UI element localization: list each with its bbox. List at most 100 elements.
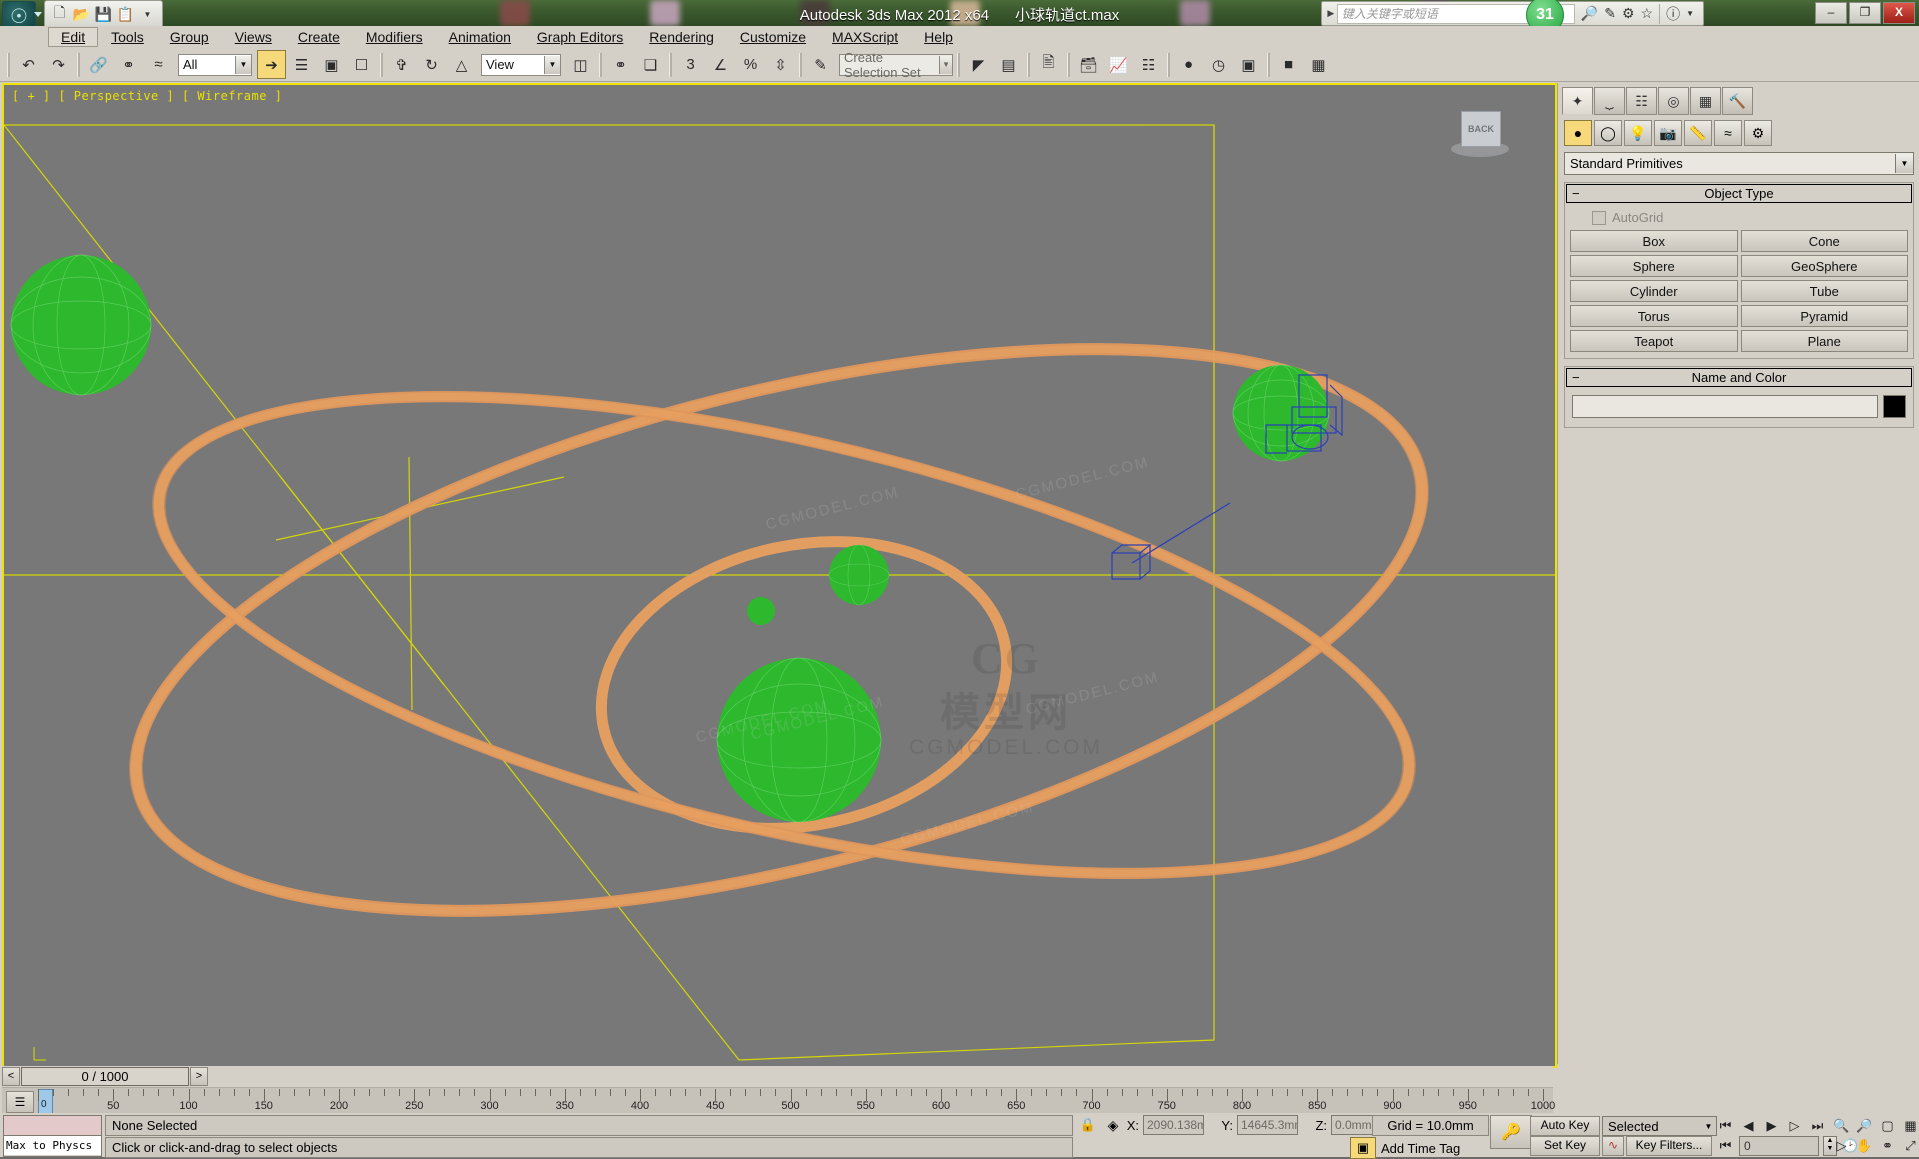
collapse-icon[interactable]: − — [1572, 370, 1580, 385]
chevron-down-icon[interactable]: ▼ — [138, 5, 157, 24]
cone-button[interactable]: Cone — [1740, 230, 1908, 252]
schematic-view-icon[interactable]: ☷ — [1134, 50, 1163, 79]
time-slider-handle[interactable]: 0 — [38, 1089, 53, 1115]
menu-help[interactable]: Help — [911, 27, 966, 47]
percent-snap-toggle-icon[interactable]: % — [736, 50, 765, 79]
menu-edit[interactable]: Edit — [48, 27, 99, 47]
auto-key-button[interactable]: Auto Key — [1530, 1116, 1600, 1136]
object-category-dropdown[interactable]: Standard Primitives ▼ — [1564, 152, 1914, 175]
layer-manager-icon[interactable]: 🖹 — [1034, 50, 1063, 79]
pyramid-button[interactable]: Pyramid — [1740, 305, 1908, 327]
menu-graph-editors[interactable]: Graph Editors — [524, 27, 636, 47]
track-bar[interactable]: ☰ 0 50 100 150 200 250 300 350 400 450 500 550 600 6… — [2, 1087, 1555, 1115]
render-production-icon[interactable]: ◷ — [1204, 50, 1233, 79]
bind-to-space-warp-icon[interactable]: ≈ — [144, 50, 173, 79]
go-to-end-icon[interactable]: ⏭ — [1808, 1116, 1827, 1135]
collapse-icon[interactable]: − — [1572, 186, 1580, 201]
cameras-icon[interactable]: 📷 — [1654, 120, 1682, 146]
menu-maxscript[interactable]: MAXScript — [819, 27, 911, 47]
maximize-viewport-toggle-icon[interactable]: ⤢ — [1901, 1136, 1919, 1155]
set-key-filters-toggle-icon[interactable]: ∿ — [1602, 1136, 1624, 1156]
chevron-down-icon[interactable]: ▼ — [939, 55, 952, 74]
zoom-extents-all-icon[interactable]: ▦ — [1901, 1116, 1919, 1135]
utilities-tab[interactable]: 🔨 — [1722, 87, 1753, 115]
motion-tab[interactable]: ◎ — [1658, 87, 1689, 115]
application-menu-button[interactable]: ☉ — [2, 1, 36, 26]
chevron-down-icon[interactable]: ▼ — [544, 55, 560, 74]
absolute-mode-toggle-icon[interactable]: ◈ — [1102, 1115, 1124, 1135]
y-field[interactable]: 14645.3mm — [1237, 1115, 1298, 1135]
menu-rendering[interactable]: Rendering — [636, 27, 727, 47]
render-setup-icon[interactable]: 🗃 — [1074, 50, 1103, 79]
chevron-down-icon[interactable]: ▼ — [235, 55, 251, 74]
menu-create[interactable]: Create — [285, 27, 353, 47]
torus-button[interactable]: Torus — [1570, 305, 1738, 327]
menu-customize[interactable]: Customize — [727, 27, 819, 47]
hierarchy-tab[interactable]: ☷ — [1626, 87, 1657, 115]
current-frame-display[interactable]: 0 / 1000 — [21, 1067, 189, 1086]
open-file-icon[interactable]: 📂 — [72, 5, 91, 24]
menu-group[interactable]: Group — [157, 27, 222, 47]
teapot-button[interactable]: Teapot — [1570, 330, 1738, 352]
snap-3-icon[interactable]: 3 — [676, 50, 705, 79]
undo-redo-icon[interactable]: 📋 — [116, 5, 135, 24]
select-and-manipulate-icon[interactable]: ⚭ — [606, 50, 635, 79]
viewport-label[interactable]: [ + ] [ Perspective ] [ Wireframe ] — [12, 89, 282, 103]
timeline-ruler[interactable]: 0 50 100 150 200 250 300 350 400 450 500 550 600 650… — [38, 1088, 1555, 1115]
render-iterative-icon[interactable]: ▣ — [1234, 50, 1263, 79]
systems-icon[interactable]: ⚙ — [1744, 120, 1772, 146]
sphere-button[interactable]: Sphere — [1570, 255, 1738, 277]
set-key-button[interactable]: Set Key — [1530, 1136, 1600, 1156]
material-editor-icon[interactable]: ● — [1174, 50, 1203, 79]
tube-button[interactable]: Tube — [1740, 280, 1908, 302]
select-by-name-icon[interactable]: ☰ — [287, 50, 316, 79]
select-object-icon[interactable]: ➔ — [257, 50, 286, 79]
view-cube[interactable]: BACK — [1449, 107, 1513, 163]
plane-button[interactable]: Plane — [1740, 330, 1908, 352]
orbit-icon[interactable]: ⚭ — [1878, 1136, 1897, 1155]
snaps-toggle-icon[interactable]: ❏ — [636, 50, 665, 79]
chevron-down-icon[interactable]: ▼ — [1895, 154, 1913, 173]
select-and-rotate-icon[interactable]: ↻ — [417, 50, 446, 79]
key-mode-nav-icon[interactable]: ⏮ — [1716, 1137, 1735, 1156]
unlink-selection-icon[interactable]: ⚭ — [114, 50, 143, 79]
zoom-extents-icon[interactable]: ▢ — [1878, 1116, 1897, 1135]
infocenter-expand-icon[interactable]: ▶ — [1325, 8, 1337, 19]
chevron-down-icon[interactable]: ▼ — [1701, 1122, 1716, 1131]
perspective-viewport[interactable]: [ + ] [ Perspective ] [ Wireframe ] CGMO… — [2, 83, 1557, 1068]
menu-animation[interactable]: Animation — [436, 27, 524, 47]
previous-frame-button[interactable]: < — [2, 1067, 20, 1086]
helpers-icon[interactable]: 📏 — [1684, 120, 1712, 146]
box-button[interactable]: Box — [1570, 230, 1738, 252]
edit-named-selection-sets-icon[interactable]: ✎ — [806, 50, 835, 79]
key-filters-button[interactable]: Key Filters... — [1626, 1136, 1712, 1156]
next-frame-icon[interactable]: ▷ — [1785, 1116, 1804, 1135]
restore-button[interactable]: ❐ — [1849, 2, 1881, 24]
maxscript-mini-listener[interactable]: Max to Physcs ( — [3, 1115, 102, 1157]
minimize-button[interactable]: – — [1815, 2, 1847, 24]
key-mode-dropdown[interactable]: Selected ▼ — [1602, 1116, 1717, 1136]
maxscript-listener-text[interactable]: Max to Physcs ( — [4, 1136, 101, 1155]
add-time-tag-label[interactable]: Add Time Tag — [1381, 1141, 1460, 1156]
play-animation-icon[interactable]: ▶ — [1762, 1116, 1781, 1135]
lock-selection-icon[interactable]: 🔒 — [1077, 1115, 1099, 1135]
next-frame-button[interactable]: > — [190, 1067, 208, 1086]
use-pivot-point-center-icon[interactable]: ◫ — [566, 50, 595, 79]
create-tab[interactable]: ✦ — [1562, 87, 1593, 115]
menu-tools[interactable]: Tools — [98, 27, 157, 47]
object-type-rollout-header[interactable]: − Object Type — [1566, 184, 1912, 203]
mirror-icon[interactable]: ◤ — [964, 50, 993, 79]
spinner-snap-toggle-icon[interactable]: ⇳ — [766, 50, 795, 79]
object-name-input[interactable] — [1572, 395, 1878, 418]
select-and-link-icon[interactable]: 🔗 — [84, 50, 113, 79]
display-tab[interactable]: ▦ — [1690, 87, 1721, 115]
reference-coordinate-system-dropdown[interactable]: View ▼ — [481, 53, 561, 76]
autogrid-checkbox[interactable] — [1592, 210, 1606, 225]
chevron-down-icon[interactable] — [34, 12, 42, 17]
go-to-start-icon[interactable]: ⏮ — [1716, 1116, 1735, 1135]
geometry-icon[interactable]: ● — [1564, 120, 1592, 146]
cylinder-button[interactable]: Cylinder — [1570, 280, 1738, 302]
select-and-scale-icon[interactable]: △ — [447, 50, 476, 79]
modify-tab[interactable]: ⏟ — [1594, 87, 1625, 115]
view-cube-face-label[interactable]: BACK — [1461, 111, 1501, 147]
